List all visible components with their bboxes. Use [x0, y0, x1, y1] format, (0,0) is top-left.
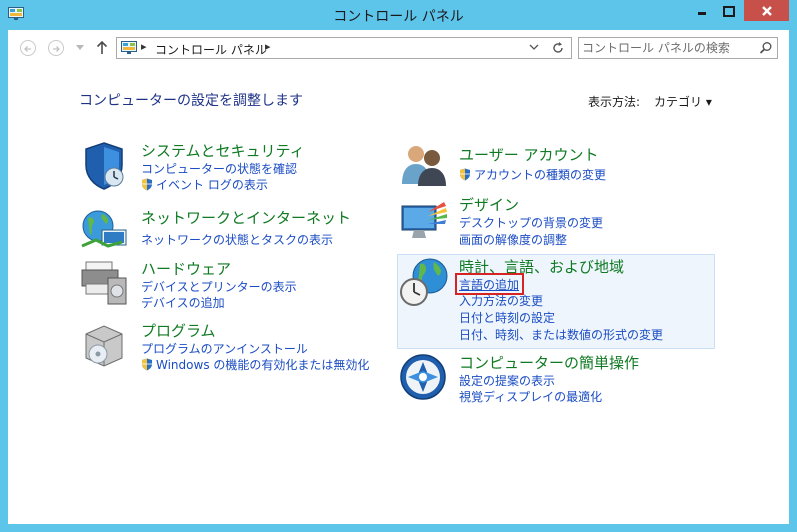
- link-check-computer-status[interactable]: コンピューターの状態を確認: [141, 160, 297, 177]
- category-title-user-accounts[interactable]: ユーザー アカウント: [459, 144, 598, 165]
- maximize-icon: [723, 5, 735, 17]
- category-title-programs[interactable]: プログラム: [141, 320, 216, 341]
- category-title-system-security[interactable]: システムとセキュリティ: [141, 140, 305, 161]
- navigation-bar: ▸ コントロール パネル ▸: [8, 30, 789, 66]
- link-windows-features[interactable]: Windows の機能の有効化または無効化: [141, 356, 369, 373]
- link-set-date-time[interactable]: 日付と時刻の設定: [459, 309, 555, 326]
- recent-locations-chevron-icon[interactable]: [76, 45, 84, 51]
- forward-button[interactable]: [48, 40, 64, 56]
- link-change-date-time-number-formats[interactable]: 日付、時刻、または数値の形式の変更: [459, 326, 663, 343]
- appearance-monitor-icon[interactable]: [398, 198, 450, 246]
- add-language-highlight: [455, 273, 524, 295]
- minimize-icon: [698, 12, 706, 15]
- ease-of-access-icon[interactable]: [398, 352, 448, 402]
- view-by-label: 表示方法:: [588, 95, 641, 109]
- clock-language-region-icon[interactable]: [398, 256, 452, 310]
- close-button[interactable]: [744, 0, 789, 21]
- forward-arrow-icon: [53, 46, 60, 52]
- category-title-network-internet[interactable]: ネットワークとインターネット: [141, 207, 351, 228]
- control-panel-icon: [121, 41, 137, 54]
- maximize-button[interactable]: [718, 1, 740, 21]
- uac-shield-icon: [142, 358, 152, 371]
- link-text-change-account-type: アカウントの種類の変更: [474, 168, 607, 182]
- link-change-account-type[interactable]: アカウントの種類の変更: [459, 166, 606, 183]
- window-title: コントロール パネル: [333, 9, 464, 25]
- system-security-shield-icon[interactable]: [78, 140, 130, 192]
- address-dropdown-icon[interactable]: [529, 44, 539, 52]
- page-heading: コンピューターの設定を調整します: [79, 93, 303, 109]
- breadcrumb-separator[interactable]: ▸: [141, 40, 147, 53]
- back-arrow-icon: [24, 46, 31, 52]
- title-bar[interactable]: コントロール パネル: [0, 0, 797, 30]
- uac-shield-icon: [460, 168, 470, 181]
- client-area: ▸ コントロール パネル ▸ コンピューターの設定を調整します 表示方法: カテ…: [8, 30, 789, 524]
- link-change-desktop-background[interactable]: デスクトップの背景の変更: [459, 214, 603, 231]
- refresh-icon[interactable]: [551, 41, 565, 55]
- address-bar[interactable]: ▸ コントロール パネル ▸: [116, 37, 572, 59]
- search-input[interactable]: [582, 40, 752, 56]
- close-icon: [761, 5, 772, 16]
- link-optimize-visual-display[interactable]: 視覚ディスプレイの最適化: [459, 388, 602, 405]
- category-title-appearance[interactable]: デザイン: [459, 194, 519, 215]
- programs-box-icon[interactable]: [78, 320, 130, 372]
- control-panel-window: コントロール パネル ▸ コントロール パネル ▸ コントロール パネルの検索 …: [0, 0, 797, 532]
- search-icon[interactable]: [759, 41, 773, 55]
- link-text-windows-features: Windows の機能の有効化または無効化: [156, 358, 370, 372]
- back-button[interactable]: [20, 40, 36, 56]
- link-view-event-logs[interactable]: イベント ログの表示: [141, 176, 268, 193]
- view-by-dropdown[interactable]: カテゴリ ▾: [654, 93, 712, 110]
- category-title-hardware[interactable]: ハードウェア: [141, 258, 231, 279]
- link-let-windows-suggest-settings[interactable]: 設定の提案の表示: [459, 372, 555, 389]
- breadcrumb-separator-2[interactable]: ▸: [265, 40, 271, 53]
- minimize-button[interactable]: [691, 1, 713, 21]
- link-network-status-tasks[interactable]: ネットワークの状態とタスクの表示: [141, 231, 333, 248]
- uac-shield-icon: [142, 178, 152, 191]
- up-arrow-icon[interactable]: [96, 40, 108, 56]
- category-title-ease-of-access[interactable]: コンピューターの簡単操作: [459, 352, 639, 373]
- user-accounts-icon[interactable]: [398, 140, 450, 188]
- link-uninstall-program[interactable]: プログラムのアンインストール: [141, 340, 308, 357]
- breadcrumb-control-panel[interactable]: コントロール パネル: [155, 41, 267, 58]
- link-add-device[interactable]: デバイスの追加: [141, 294, 225, 311]
- link-text-event-logs: イベント ログの表示: [156, 178, 268, 192]
- link-adjust-screen-resolution[interactable]: 画面の解像度の調整: [459, 231, 567, 248]
- search-box[interactable]: [578, 37, 778, 59]
- network-internet-globe-icon[interactable]: [78, 206, 130, 252]
- hardware-printer-icon[interactable]: [78, 256, 130, 308]
- link-view-devices-printers[interactable]: デバイスとプリンターの表示: [141, 278, 297, 295]
